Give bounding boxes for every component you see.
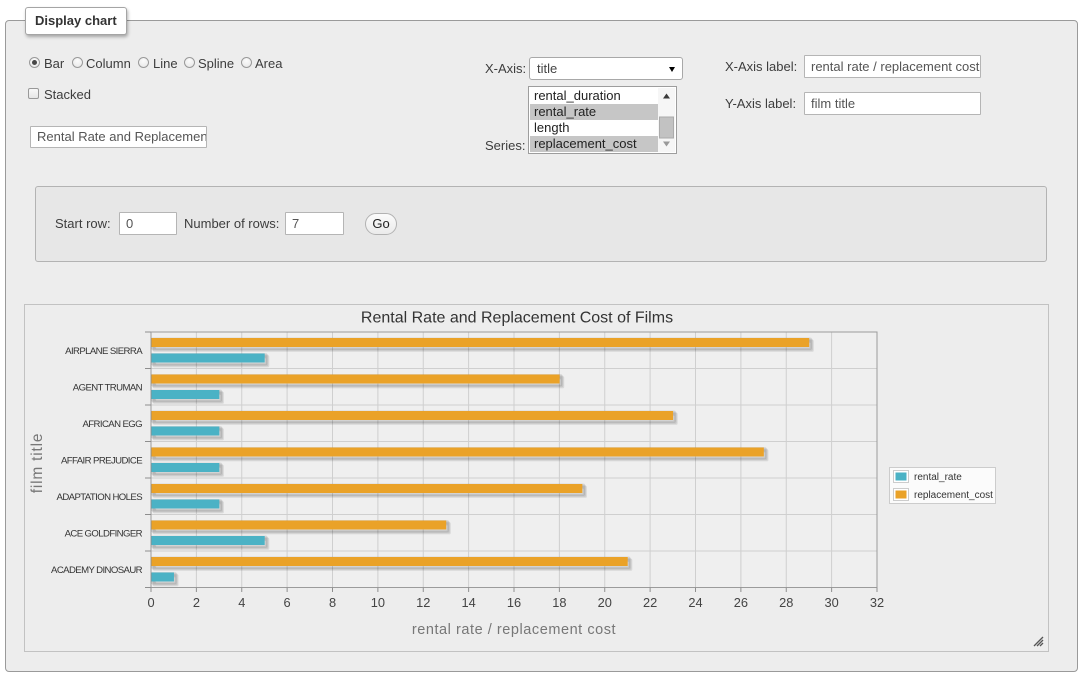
svg-text:14: 14 — [462, 595, 476, 610]
svg-text:AGENT TRUMAN: AGENT TRUMAN — [73, 382, 143, 393]
svg-text:ACADEMY DINOSAUR: ACADEMY DINOSAUR — [51, 565, 143, 576]
svg-text:8: 8 — [329, 595, 336, 610]
svg-text:6: 6 — [284, 595, 291, 610]
svg-text:22: 22 — [643, 595, 657, 610]
svg-text:18: 18 — [552, 595, 566, 610]
svg-text:26: 26 — [734, 595, 748, 610]
svg-text:28: 28 — [779, 595, 793, 610]
svg-text:AFFAIR PREJUDICE: AFFAIR PREJUDICE — [61, 455, 142, 466]
svg-text:ADAPTATION HOLES: ADAPTATION HOLES — [57, 492, 143, 503]
svg-text:AIRPLANE SIERRA: AIRPLANE SIERRA — [65, 346, 143, 357]
svg-text:AFRICAN EGG: AFRICAN EGG — [83, 419, 143, 430]
svg-text:replacement_cost: replacement_cost — [914, 490, 993, 501]
svg-text:ACE GOLDFINGER: ACE GOLDFINGER — [65, 528, 143, 539]
svg-text:rental_rate: rental_rate — [914, 472, 962, 483]
svg-text:10: 10 — [371, 595, 385, 610]
svg-text:film title: film title — [29, 433, 46, 494]
svg-text:12: 12 — [416, 595, 430, 610]
svg-text:4: 4 — [238, 595, 245, 610]
svg-text:Rental Rate and Replacement Co: Rental Rate and Replacement Cost of Film… — [361, 310, 673, 327]
svg-text:30: 30 — [825, 595, 839, 610]
svg-text:rental rate / replacement cost: rental rate / replacement cost — [412, 622, 616, 638]
svg-text:16: 16 — [507, 595, 521, 610]
svg-text:32: 32 — [870, 595, 884, 610]
svg-text:2: 2 — [193, 595, 200, 610]
svg-text:20: 20 — [598, 595, 612, 610]
svg-text:0: 0 — [147, 595, 154, 610]
svg-text:24: 24 — [688, 595, 702, 610]
